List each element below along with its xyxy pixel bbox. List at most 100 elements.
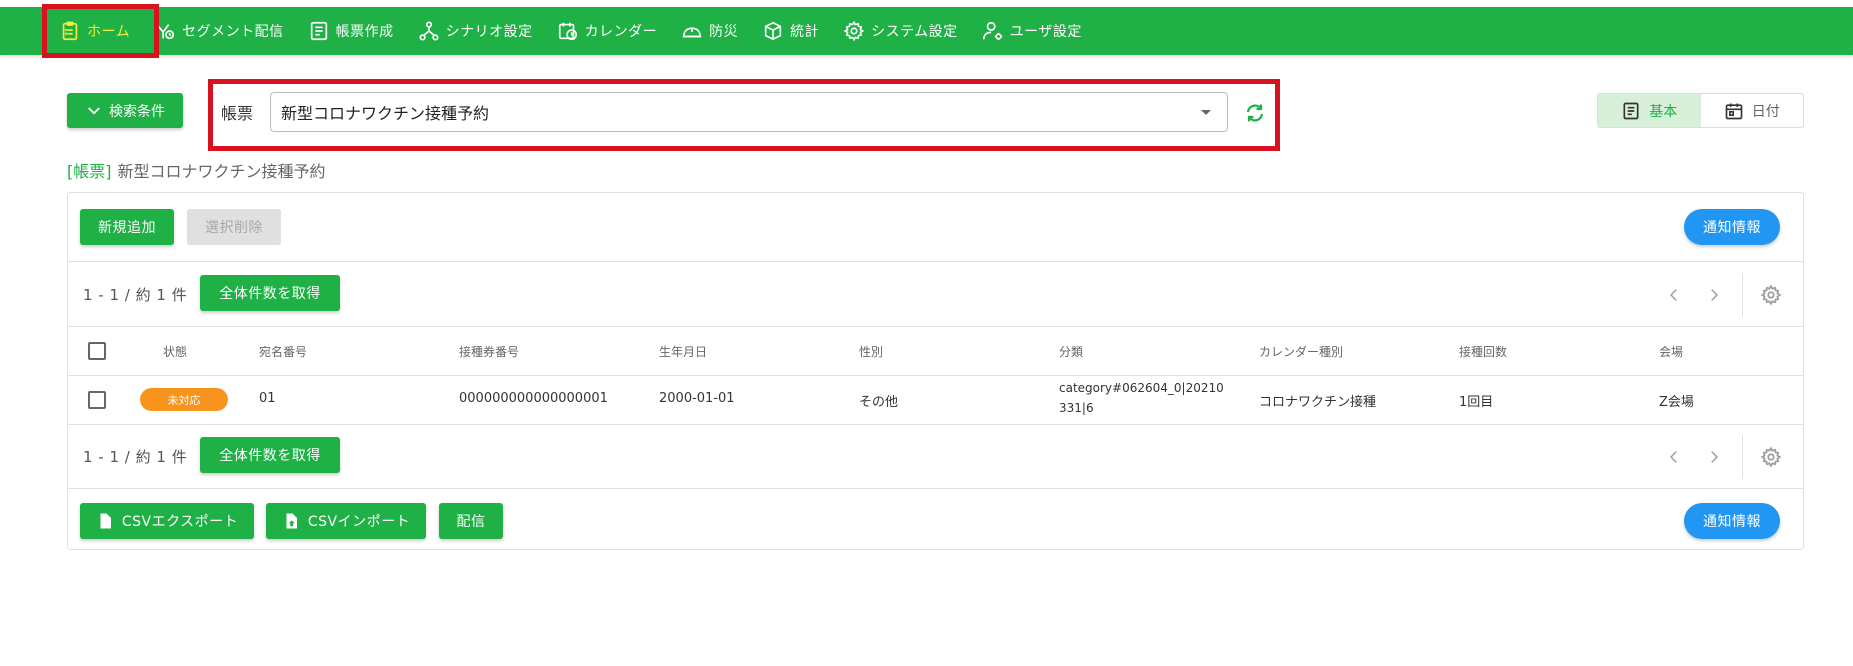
form-select-label: 帳票 [221, 104, 254, 123]
get-total-count-button-top[interactable]: 全体件数を取得 [200, 275, 340, 311]
divider [68, 424, 1803, 425]
breadcrumb: [帳票] 新型コロナワクチン接種予約 [67, 158, 326, 182]
add-new-button[interactable]: 新規追加 [80, 209, 174, 245]
cell-gender: その他 [859, 395, 899, 410]
nav-item-calendar[interactable]: カレンダー [545, 7, 670, 55]
delete-selected-button[interactable]: 選択削除 [187, 209, 281, 245]
divider [1742, 273, 1743, 317]
chevron-down-icon [88, 106, 100, 115]
select-all-checkbox[interactable] [88, 342, 106, 360]
cell-dose-count: 1回目 [1459, 395, 1494, 410]
nav-item-form-creation[interactable]: 帳票作成 [296, 7, 406, 55]
notify-info-label: 通知情報 [1703, 514, 1761, 530]
chevron-right-icon[interactable] [1705, 286, 1723, 304]
stats-cube-icon [764, 21, 782, 41]
csv-import-button[interactable]: CSVインポート [266, 503, 426, 539]
column-header-venue: 会場 [1659, 345, 1684, 359]
calendar-icon [1725, 103, 1743, 119]
nav-item-disaster-prevention[interactable]: 防災 [669, 7, 750, 55]
notify-info-button-top[interactable]: 通知情報 [1684, 209, 1780, 245]
cell-calendar-type: コロナワクチン接種 [1259, 395, 1377, 410]
deliver-label: 配信 [456, 514, 486, 530]
highlight-box-home [42, 4, 159, 58]
row-checkbox[interactable] [88, 391, 106, 409]
disaster-icon [682, 27, 702, 38]
dropdown-caret-icon [1201, 110, 1211, 115]
notify-info-label: 通知情報 [1703, 220, 1761, 236]
cell-birth-date: 2000-01-01 [659, 391, 735, 406]
column-header-calendar-type: カレンダー種別 [1259, 345, 1344, 359]
divider [68, 375, 1803, 376]
view-date-button[interactable]: 日付 [1701, 94, 1804, 127]
nav-item-label: 統計 [790, 24, 820, 40]
cell-address-no: 01 [259, 391, 276, 406]
nav-item-system-settings[interactable]: システム設定 [831, 7, 970, 55]
column-header-ticket-no: 接種券番号 [459, 345, 520, 359]
csv-export-button[interactable]: CSVエクスポート [80, 503, 254, 539]
column-header-dose-count: 接種回数 [1459, 345, 1508, 359]
nav-item-segment-delivery[interactable]: セグメント配信 [142, 7, 296, 55]
chevron-left-icon[interactable] [1665, 448, 1683, 466]
column-header-gender: 性別 [859, 345, 884, 359]
calendar-clock-icon [558, 22, 577, 41]
breadcrumb-tag: [帳票] [67, 162, 112, 181]
view-basic-button[interactable]: 基本 [1598, 94, 1701, 127]
record-count-bottom: 1 - 1 / 約 1 件 [83, 448, 188, 466]
breadcrumb-title: 新型コロナワクチン接種予約 [117, 162, 326, 181]
cell-ticket-no: 000000000000000001 [459, 391, 608, 406]
nav-item-scenario-settings[interactable]: シナリオ設定 [406, 7, 545, 55]
column-header-address-no: 宛名番号 [259, 345, 308, 359]
data-table-card: 新規追加 選択削除 通知情報 1 - 1 / 約 1 件 全体件数を取得 状態 … [67, 192, 1804, 550]
top-navigation: ホーム セグメント配信 帳票作成 シナリオ設定 カレンダー 防災 統計 システム… [0, 7, 1853, 55]
nav-item-user-settings[interactable]: ユーザ設定 [970, 7, 1094, 55]
nav-item-label: ユーザ設定 [1009, 24, 1082, 40]
search-conditions-button[interactable]: 検索条件 [67, 93, 183, 128]
list-icon [1623, 102, 1639, 119]
cell-category-line1: category#062604_0|20210 [1059, 381, 1224, 395]
column-settings-gear-icon[interactable] [1760, 446, 1782, 468]
chevron-right-icon[interactable] [1705, 448, 1723, 466]
form-select-dropdown[interactable]: 新型コロナワクチン接種予約 [270, 92, 1228, 132]
deliver-button[interactable]: 配信 [439, 503, 503, 539]
refresh-icon[interactable] [1243, 101, 1267, 125]
csv-export-label: CSVエクスポート [121, 514, 239, 530]
column-header-category: 分類 [1059, 345, 1084, 359]
delete-selected-label: 選択削除 [205, 220, 263, 236]
divider [68, 488, 1803, 489]
add-new-label: 新規追加 [98, 220, 156, 236]
status-badge: 未対応 [140, 388, 228, 411]
gear-icon [843, 20, 865, 42]
user-settings-icon [982, 21, 1002, 41]
file-import-icon [286, 513, 297, 529]
view-basic-label: 基本 [1649, 103, 1678, 120]
nav-item-label: システム設定 [871, 24, 958, 40]
cell-venue: Z会場 [1659, 395, 1694, 410]
divider [68, 261, 1803, 262]
scenario-icon [419, 21, 439, 41]
cell-category-line2: 331|6 [1059, 401, 1094, 415]
nav-item-label: 帳票作成 [335, 24, 394, 40]
nav-item-label: カレンダー [584, 24, 658, 40]
divider [68, 326, 1803, 327]
form-icon [310, 21, 327, 41]
view-date-label: 日付 [1751, 103, 1780, 120]
get-total-label: 全体件数を取得 [219, 286, 321, 302]
column-header-birth-date: 生年月日 [659, 345, 708, 359]
view-toggle: 基本 日付 [1597, 93, 1804, 128]
chevron-left-icon[interactable] [1665, 286, 1683, 304]
nav-item-label: セグメント配信 [182, 24, 284, 40]
get-total-label: 全体件数を取得 [219, 448, 321, 464]
nav-item-label: シナリオ設定 [445, 24, 533, 40]
search-conditions-label: 検索条件 [109, 103, 165, 120]
nav-item-label: 防災 [709, 24, 739, 40]
get-total-count-button-bottom[interactable]: 全体件数を取得 [200, 437, 340, 473]
file-export-icon [100, 513, 111, 529]
nav-item-statistics[interactable]: 統計 [750, 7, 831, 55]
status-badge-label: 未対応 [167, 393, 201, 407]
column-settings-gear-icon[interactable] [1760, 284, 1782, 306]
csv-import-label: CSVインポート [307, 514, 411, 530]
record-count-top: 1 - 1 / 約 1 件 [83, 286, 188, 304]
column-header-status: 状態 [163, 345, 188, 359]
notify-info-button-bottom[interactable]: 通知情報 [1684, 503, 1780, 539]
form-select-value: 新型コロナワクチン接種予約 [281, 104, 490, 123]
